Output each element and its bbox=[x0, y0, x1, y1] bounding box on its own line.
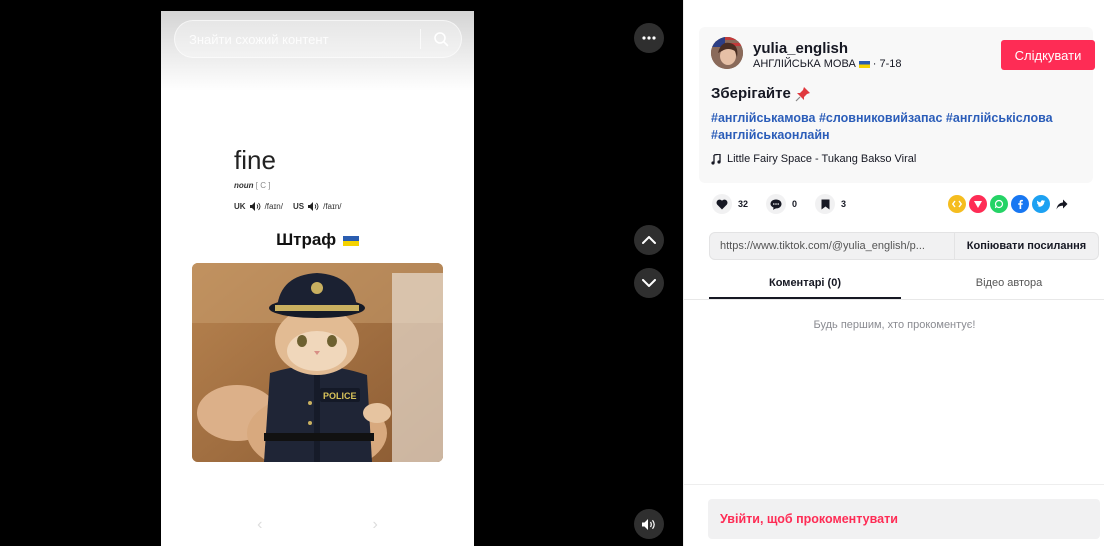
more-dots-icon bbox=[642, 36, 656, 40]
facebook-icon[interactable] bbox=[1011, 195, 1029, 213]
translation-text: Штраф bbox=[276, 230, 337, 249]
comment-icon bbox=[770, 199, 782, 210]
us-ipa: /faɪn/ bbox=[323, 202, 342, 211]
pos-label: noun bbox=[234, 181, 254, 190]
search-icon[interactable] bbox=[421, 21, 461, 57]
next-slide-button[interactable]: › bbox=[373, 516, 378, 534]
next-video-button[interactable] bbox=[634, 268, 664, 298]
hashtags: #англійськамова #словниковийзапас #англі… bbox=[711, 110, 1081, 144]
post-title-text: Зберігайте bbox=[711, 85, 791, 102]
dictionary-word: fine bbox=[234, 145, 276, 175]
share-link-text[interactable]: https://www.tiktok.com/@yulia_english/p.… bbox=[710, 240, 954, 252]
translation: Штраф bbox=[161, 230, 474, 250]
ukraine-flag-icon bbox=[342, 235, 359, 246]
hashtag-link[interactable]: #англійськаонлайн bbox=[711, 128, 830, 142]
panel-tabs: Коментарі (0) Відео автора bbox=[684, 270, 1104, 300]
part-of-speech: noun [ C ] bbox=[234, 181, 270, 190]
copy-link-button[interactable]: Копіювати посилання bbox=[954, 233, 1098, 259]
ukraine-flag-icon bbox=[858, 60, 870, 68]
hashtag-link[interactable]: #англійськіслова bbox=[946, 111, 1053, 125]
us-label: US bbox=[292, 202, 305, 211]
comment-count: 0 bbox=[792, 199, 798, 209]
author-subline: АНГЛІЙСЬКА МОВА · 7-18 bbox=[753, 58, 902, 70]
pushpin-icon bbox=[795, 86, 810, 101]
no-comments-message: Будь першим, хто прокоментує! bbox=[813, 319, 976, 331]
author-username[interactable]: yulia_english bbox=[753, 40, 848, 57]
cat-police-photo: POLICE bbox=[192, 263, 443, 462]
tiktok-video-page: fine noun [ C ] UK /faɪn/ US /faɪn/ Штра… bbox=[0, 0, 1104, 546]
chevron-down-icon bbox=[642, 279, 656, 287]
chevron-up-icon bbox=[642, 236, 656, 244]
grammar-code: [ C ] bbox=[255, 181, 271, 190]
divider bbox=[684, 484, 1104, 485]
video-player[interactable]: fine noun [ C ] UK /faɪn/ US /faɪn/ Штра… bbox=[161, 11, 474, 546]
volume-button[interactable] bbox=[634, 509, 664, 539]
uk-label: UK bbox=[234, 202, 246, 211]
music-note-icon bbox=[711, 153, 721, 165]
more-options-button[interactable] bbox=[634, 23, 664, 53]
pronunciation-line: UK /faɪn/ US /faɪn/ bbox=[234, 202, 348, 211]
post-date: · 7-18 bbox=[872, 58, 902, 70]
details-panel: yulia_english АНГЛІЙСЬКА МОВА · 7-18 Слі… bbox=[683, 0, 1104, 546]
post-info-card: yulia_english АНГЛІЙСЬКА МОВА · 7-18 Слі… bbox=[699, 27, 1095, 183]
hashtag-link[interactable]: #англійськамова bbox=[711, 111, 815, 125]
heart-icon bbox=[716, 199, 728, 209]
hashtag-link[interactable]: #словниковийзапас bbox=[819, 111, 942, 125]
music-title: Little Fairy Space - Tukang Bakso Viral bbox=[727, 153, 917, 165]
send-to-friends-icon[interactable] bbox=[969, 195, 987, 213]
bookmark-icon bbox=[821, 199, 830, 209]
speaker-icon bbox=[308, 202, 319, 211]
whatsapp-icon[interactable] bbox=[990, 195, 1008, 213]
search-input[interactable] bbox=[175, 21, 420, 57]
music-track[interactable]: Little Fairy Space - Tukang Bakso Viral bbox=[711, 153, 916, 165]
uk-ipa: /faɪn/ bbox=[264, 202, 283, 211]
share-buttons bbox=[948, 195, 1071, 213]
tab-comments[interactable]: Коментарі (0) bbox=[709, 270, 901, 299]
like-count: 32 bbox=[738, 199, 749, 209]
prev-slide-button[interactable]: ‹ bbox=[257, 516, 262, 534]
volume-icon bbox=[642, 518, 655, 530]
previous-video-button[interactable] bbox=[634, 225, 664, 255]
video-pager: ‹ › bbox=[161, 516, 474, 534]
comment-button[interactable]: 0 bbox=[766, 194, 797, 214]
follow-button[interactable]: Слідкувати bbox=[1001, 40, 1095, 70]
speaker-icon bbox=[249, 202, 261, 211]
login-to-comment-button[interactable]: Увійти, щоб прокоментувати bbox=[708, 499, 1100, 539]
post-title: Зберігайте bbox=[711, 85, 811, 102]
embed-share-icon[interactable] bbox=[948, 195, 966, 213]
save-count: 3 bbox=[841, 199, 847, 209]
save-button[interactable]: 3 bbox=[815, 194, 846, 214]
share-link-box: https://www.tiktok.com/@yulia_english/p.… bbox=[709, 232, 1099, 260]
tab-author-videos[interactable]: Відео автора bbox=[913, 270, 1104, 299]
author-display-name: АНГЛІЙСЬКА МОВА bbox=[753, 58, 856, 70]
avatar[interactable] bbox=[711, 37, 743, 69]
video-area: fine noun [ C ] UK /faɪn/ US /faɪn/ Штра… bbox=[0, 0, 683, 546]
engagement-stats: 32 0 3 bbox=[712, 194, 864, 214]
twitter-icon[interactable] bbox=[1032, 195, 1050, 213]
share-arrow-icon[interactable] bbox=[1053, 195, 1071, 213]
similar-content-search bbox=[174, 20, 462, 58]
uniform-patch-text: POLICE bbox=[323, 391, 357, 401]
like-button[interactable]: 32 bbox=[712, 194, 748, 214]
